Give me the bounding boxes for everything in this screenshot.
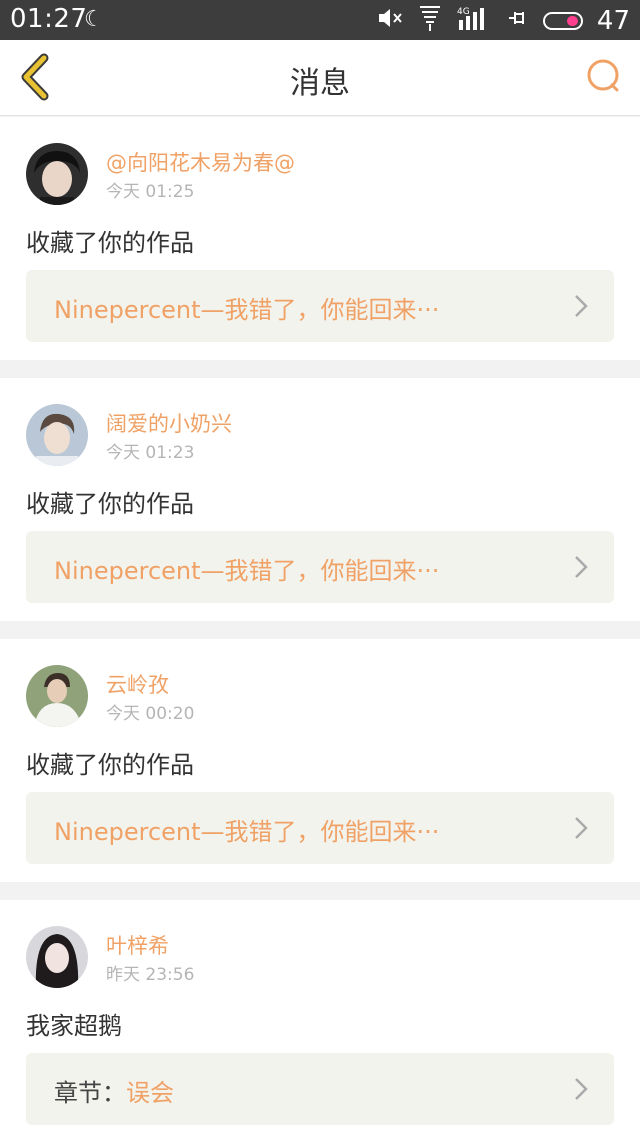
chevron-right-icon [575,1078,588,1100]
battery-icon [542,12,583,30]
message-text: 收藏了你的作品 [26,751,194,779]
user-name[interactable]: 云岭孜 [106,669,169,699]
signal-icon: 4G [457,4,493,38]
chevron-right-icon [575,295,588,317]
search-icon [587,59,619,92]
user-name[interactable]: @向阳花木易为春@ [106,147,295,177]
chevron-right-icon [575,817,588,839]
battery-level: 47 [596,6,630,36]
search-button[interactable] [584,56,624,96]
mute-icon [377,7,403,35]
work-title-text: Ninepercent—我错了，你能回来··· [54,296,440,324]
top-bar: 消息 [0,40,640,116]
message-card: @向阳花木易为春@ 今天 01:25 收藏了你的作品 Ninepercent—我… [0,117,640,360]
svg-text:4G: 4G [457,7,470,17]
work-title: Ninepercent—我错了，你能回来··· [54,812,439,847]
work-link[interactable]: 章节：误会 [26,1053,614,1125]
charging-icon [507,8,529,34]
message-card: 叶梓希 昨天 23:56 我家超鹅 章节：误会 [0,900,640,1138]
work-link[interactable]: Ninepercent—我错了，你能回来··· [26,270,614,342]
work-title-text: Ninepercent—我错了，你能回来··· [54,557,440,585]
work-label: 章节： [54,1079,126,1107]
chevron-right-icon [575,556,588,578]
work-title-text: Ninepercent—我错了，你能回来··· [54,818,440,846]
message-list: @向阳花木易为春@ 今天 01:25 收藏了你的作品 Ninepercent—我… [0,117,640,1138]
avatar[interactable] [26,926,88,988]
message-time: 今天 00:20 [106,704,195,724]
work-title: 章节：误会 [54,1073,174,1108]
work-link[interactable]: Ninepercent—我错了，你能回来··· [26,792,614,864]
work-title-text: 误会 [126,1079,174,1107]
user-name[interactable]: 叶梓希 [106,930,169,960]
message-time: 今天 01:23 [106,443,195,463]
message-text: 收藏了你的作品 [26,490,194,518]
work-title: Ninepercent—我错了，你能回来··· [54,290,439,325]
message-card: 阔爱的小奶兴 今天 01:23 收藏了你的作品 Ninepercent—我错了，… [0,378,640,621]
status-bar: 01:27 ☾ 4G 47 [0,0,640,40]
message-time: 昨天 23:56 [106,965,195,985]
avatar[interactable] [26,665,88,727]
avatar[interactable] [26,143,88,205]
page-title: 消息 [290,66,350,101]
avatar[interactable] [26,404,88,466]
status-time: 01:27 [10,4,88,34]
message-text: 我家超鹅 [26,1012,122,1040]
message-card: 云岭孜 今天 00:20 收藏了你的作品 Ninepercent—我错了，你能回… [0,639,640,882]
message-text: 收藏了你的作品 [26,229,194,257]
work-title: Ninepercent—我错了，你能回来··· [54,551,439,586]
wifi-icon [417,4,443,38]
moon-icon: ☾ [84,7,104,32]
user-name[interactable]: 阔爱的小奶兴 [106,408,232,438]
message-time: 今天 01:25 [106,182,195,202]
work-link[interactable]: Ninepercent—我错了，你能回来··· [26,531,614,603]
